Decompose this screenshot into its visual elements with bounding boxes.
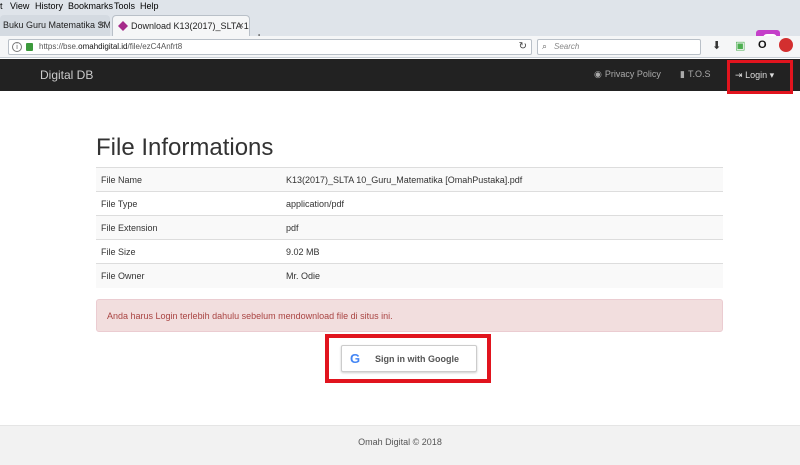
login-required-alert: Anda harus Login terlebih dahulu sebelum… xyxy=(96,299,723,332)
eye-icon: ◉ xyxy=(594,69,602,79)
login-dropdown[interactable]: ⇥ Login ▾ xyxy=(735,70,774,81)
tab-title: Buku Guru Matematika SMA xyxy=(3,20,110,30)
privacy-policy-link[interactable]: ◉ Privacy Policy xyxy=(594,69,661,80)
login-icon: ⇥ xyxy=(735,70,743,80)
footer-text: Omah Digital © 2018 xyxy=(358,437,442,447)
footer: Omah Digital © 2018 xyxy=(0,425,800,465)
menu-partial: t xyxy=(0,1,3,11)
browser-toolbar: i https://bse.omahdigital.id/file/ezC4An… xyxy=(0,36,800,58)
table-row: File Name K13(2017)_SLTA 10_Guru_Matemat… xyxy=(96,167,723,192)
google-signin-button[interactable]: G Sign in with Google xyxy=(341,345,477,372)
table-row: File Size 9.02 MB xyxy=(96,239,723,264)
row-value: K13(2017)_SLTA 10_Guru_Matematika [OmahP… xyxy=(281,167,723,192)
tab-download[interactable]: Download K13(2017)_SLTA 10 × xyxy=(112,15,250,36)
adblock-icon[interactable] xyxy=(779,38,793,52)
close-icon[interactable]: × xyxy=(238,16,244,36)
lock-icon xyxy=(26,43,33,51)
row-value: Mr. Odie xyxy=(281,263,723,288)
caret-down-icon: ▾ xyxy=(769,70,775,80)
browser-menubar: t View History Bookmarks Tools Help xyxy=(0,0,800,14)
row-value: 9.02 MB xyxy=(281,239,723,264)
menu-tools[interactable]: Tools xyxy=(114,1,135,11)
table-row: File Owner Mr. Odie xyxy=(96,263,723,288)
reload-icon[interactable]: ↻ xyxy=(519,41,527,52)
tos-link[interactable]: ▮ T.O.S xyxy=(680,69,710,80)
brand-link[interactable]: Digital DB xyxy=(40,68,93,82)
shield-icon[interactable]: ▣ xyxy=(735,39,745,52)
info-icon[interactable]: i xyxy=(12,42,22,52)
url-bar[interactable]: i https://bse.omahdigital.id/file/ezC4An… xyxy=(8,39,532,55)
row-key: File Extension xyxy=(96,215,281,240)
menu-history[interactable]: History xyxy=(35,1,63,11)
file-info-table: File Name K13(2017)_SLTA 10_Guru_Matemat… xyxy=(96,167,723,288)
google-icon: G xyxy=(350,351,361,366)
table-row: File Extension pdf xyxy=(96,215,723,240)
page-title: File Informations xyxy=(96,134,274,161)
row-value: pdf xyxy=(281,215,723,240)
search-placeholder: Search xyxy=(554,42,580,51)
menu-help[interactable]: Help xyxy=(140,1,159,11)
menu-bookmarks[interactable]: Bookmarks xyxy=(68,1,113,11)
opera-icon[interactable]: O xyxy=(758,39,767,51)
favicon-icon xyxy=(118,21,128,31)
row-key: File Name xyxy=(96,167,281,192)
google-signin-label: Sign in with Google xyxy=(375,354,459,364)
row-key: File Size xyxy=(96,239,281,264)
url-text: https://bse.omahdigital.id/file/ezC4Anfr… xyxy=(39,42,183,51)
search-icon: ⌕ xyxy=(542,41,548,51)
search-input[interactable]: ⌕ Search xyxy=(537,39,701,55)
table-row: File Type application/pdf xyxy=(96,191,723,216)
tab-buku-guru[interactable]: Buku Guru Matematika SMA × xyxy=(0,15,110,36)
row-key: File Type xyxy=(96,191,281,216)
close-icon[interactable]: × xyxy=(99,15,105,35)
row-key: File Owner xyxy=(96,263,281,288)
download-icon[interactable]: ⬇ xyxy=(712,39,721,52)
tab-strip: Buku Guru Matematika SMA × Download K13(… xyxy=(0,14,800,46)
menu-view[interactable]: View xyxy=(10,1,29,11)
site-navbar: Digital DB ◉ Privacy Policy ▮ T.O.S xyxy=(0,59,800,91)
row-value: application/pdf xyxy=(281,191,723,216)
lock-icon: ▮ xyxy=(680,69,685,79)
tab-title: Download K13(2017)_SLTA 10 xyxy=(131,21,250,31)
